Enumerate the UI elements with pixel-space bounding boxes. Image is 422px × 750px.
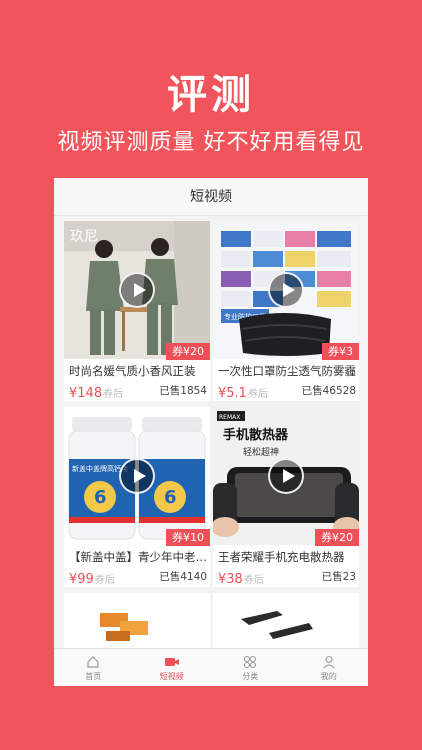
price-row: ¥5.1券后 已售46528	[218, 382, 356, 401]
product-thumbnail	[213, 593, 359, 648]
thumb-tagline: 轻松超神	[243, 446, 279, 458]
product-card[interactable]: 专业防护口罩 券¥3 一次性口罩防尘透气防雾霾 ¥5.1券后 已售46528	[213, 221, 359, 401]
sold-count: 已售46528	[301, 385, 356, 397]
svg-text:6: 6	[164, 487, 177, 508]
tab-label: 首页	[85, 672, 102, 681]
product-title: 一次性口罩防尘透气防雾霾	[218, 364, 356, 378]
price-suffix: 券后	[94, 575, 115, 586]
thumb-headline: 手机散热器	[223, 427, 289, 443]
coupon-badge: 券¥3	[322, 343, 359, 360]
play-button[interactable]	[119, 272, 155, 308]
tab-label: 我的	[320, 672, 337, 681]
coupon-badge: 券¥20	[166, 343, 210, 360]
svg-text:6: 6	[94, 487, 107, 508]
price-suffix: 券后	[247, 389, 268, 400]
product-card[interactable]	[213, 593, 359, 648]
play-button[interactable]	[119, 458, 155, 494]
product-title: 王者荣耀手机充电散热器	[218, 550, 345, 564]
product-card[interactable]: REMAX 手机散热器 轻松超神 券¥20 王者荣耀手机充电散热器 ¥38券后 …	[213, 407, 359, 587]
tab-label: 分类	[242, 672, 259, 681]
price-suffix: 券后	[103, 389, 124, 400]
play-button[interactable]	[268, 272, 304, 308]
price-row: ¥99券后 已售4140	[69, 568, 207, 587]
product-thumbnail	[64, 593, 210, 648]
tab-home[interactable]: 首页	[54, 649, 133, 686]
coupon-badge: 券¥10	[166, 529, 210, 546]
product-price: ¥5.1	[218, 386, 247, 401]
user-icon	[290, 655, 369, 669]
product-grid: 玖尼 券¥20 时尚名媛气质小香风正装 ¥148券后 已售1854 专业防护口罩…	[54, 216, 368, 648]
product-price: ¥38	[218, 572, 243, 587]
price-row: ¥38券后 已售23	[218, 568, 356, 587]
category-icon	[211, 655, 290, 669]
sold-count: 已售23	[321, 571, 356, 583]
price-row: ¥148券后 已售1854	[69, 382, 207, 401]
brand-watermark: 玖尼	[70, 229, 98, 245]
hero-title: 评测	[167, 72, 255, 118]
phone-screen: 短视频 玖尼 券¥20 时尚名媛气质小香风正装 ¥148券后 已售1854 专业…	[54, 178, 368, 686]
sold-count: 已售1854	[159, 385, 207, 397]
home-icon	[54, 655, 133, 669]
coupon-badge: 券¥20	[315, 529, 359, 546]
video-camera-icon	[133, 655, 212, 669]
product-title: 【新盖中盖】青少年中老年钙片	[69, 550, 207, 564]
tab-label: 短视频	[159, 672, 184, 681]
product-price: ¥99	[69, 572, 94, 587]
product-card[interactable]: 新盖中盖牌高钙片 6 6 券¥10 【新盖中盖】青少年中老年钙片 ¥99券后	[64, 407, 210, 587]
product-card[interactable]: 玖尼 券¥20 时尚名媛气质小香风正装 ¥148券后 已售1854	[64, 221, 210, 401]
product-card[interactable]	[64, 593, 210, 648]
tab-category[interactable]: 分类	[211, 649, 290, 686]
tab-mine[interactable]: 我的	[290, 649, 369, 686]
price-suffix: 券后	[243, 575, 264, 586]
bottom-tab-bar: 首页 短视频 分类 我的	[54, 648, 368, 686]
sold-count: 已售4140	[159, 571, 207, 583]
tab-short-video[interactable]: 短视频	[133, 649, 212, 686]
hero-subtitle: 视频评测质量 好不好用看得见	[57, 130, 365, 155]
page-title: 短视频	[54, 178, 368, 216]
brand-logo: REMAX	[219, 414, 240, 421]
product-price: ¥148	[69, 386, 103, 401]
product-title: 时尚名媛气质小香风正装	[69, 364, 196, 378]
play-button[interactable]	[268, 458, 304, 494]
